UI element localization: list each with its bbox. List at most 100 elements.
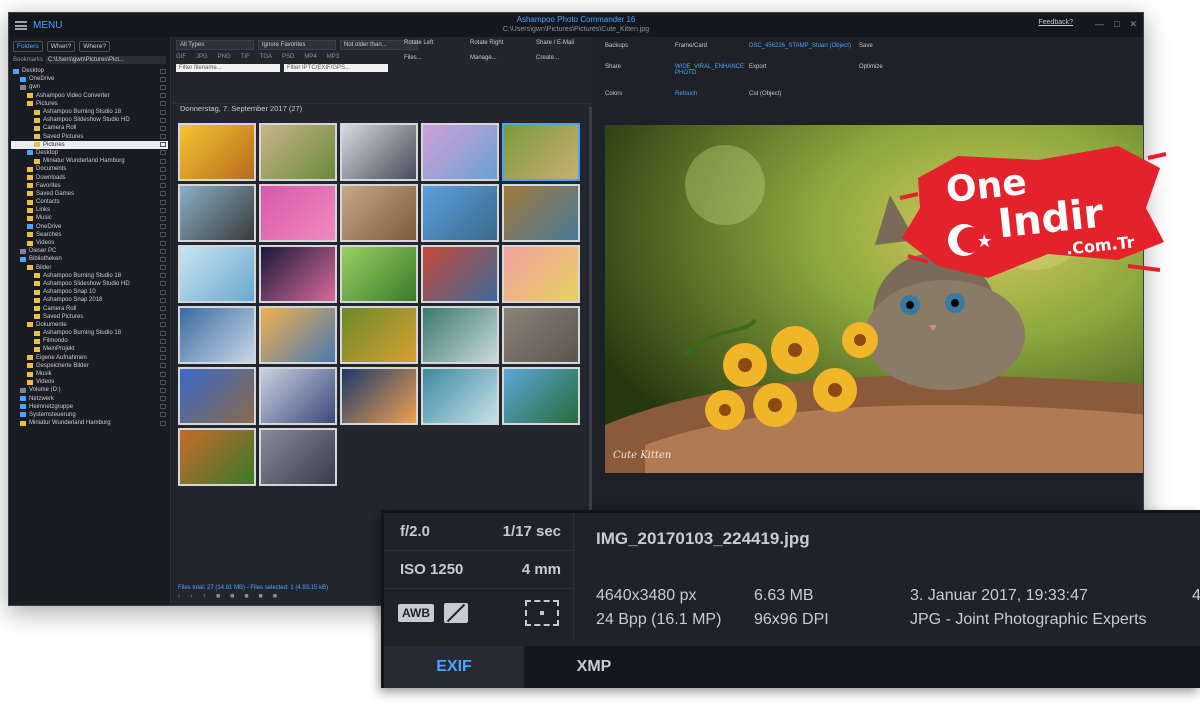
tree-checkbox[interactable] xyxy=(160,256,166,262)
folders-mode-button[interactable]: Folders xyxy=(13,41,43,52)
format-toggle[interactable]: JPG xyxy=(196,54,208,60)
browser-tool-button[interactable]: Share / E-Mail xyxy=(536,40,576,46)
filename-filter-input[interactable]: Filter filename... xyxy=(176,64,280,72)
edit-tool-button[interactable]: WIDE_VIRAL_ENHANCE PHOTO xyxy=(675,64,749,82)
tree-item[interactable]: Desktop xyxy=(11,149,168,157)
tree-item[interactable]: Ashampoo Burning Studio 18 xyxy=(11,108,168,116)
tree-item[interactable]: Music xyxy=(11,214,168,222)
tree-item[interactable]: Systemsteuerung xyxy=(11,411,168,419)
browser-tool-button[interactable]: Manage... xyxy=(470,55,536,61)
tree-item[interactable]: Videos xyxy=(11,378,168,386)
tree-checkbox[interactable] xyxy=(160,76,166,82)
tree-item[interactable]: Heimnetzgruppe xyxy=(11,403,168,411)
photo-thumbnail[interactable] xyxy=(421,245,499,303)
tree-checkbox[interactable] xyxy=(160,346,166,352)
browser-tool-button[interactable]: Rotate Left xyxy=(404,40,470,46)
tree-item[interactable]: Desktop xyxy=(11,67,168,75)
edit-tool-button[interactable]: Retouch xyxy=(675,91,749,103)
tree-checkbox[interactable] xyxy=(160,150,166,156)
browser-tool-button[interactable]: Rotate Right xyxy=(470,40,536,46)
photo-thumbnail[interactable] xyxy=(421,367,499,425)
photo-thumbnail[interactable] xyxy=(178,428,256,486)
tree-checkbox[interactable] xyxy=(160,289,166,295)
tree-checkbox[interactable] xyxy=(160,297,166,303)
photo-thumbnail[interactable] xyxy=(502,367,580,425)
tree-checkbox[interactable] xyxy=(160,248,166,254)
bookmarks-label[interactable]: Bookmarks xyxy=(13,57,43,63)
photo-thumbnail[interactable] xyxy=(340,367,418,425)
tree-item[interactable]: Downloads xyxy=(11,173,168,181)
tree-item[interactable]: Pictures xyxy=(11,100,168,108)
photo-thumbnail[interactable] xyxy=(178,123,256,181)
tree-checkbox[interactable] xyxy=(160,175,166,181)
tree-item[interactable]: Ashampoo Burning Studio 18 xyxy=(11,329,168,337)
tree-item[interactable]: Gespeicherte Bilder xyxy=(11,362,168,370)
tree-item[interactable]: Miniatur Wunderland Hamburg xyxy=(11,157,168,165)
tree-item[interactable]: Bibliotheken xyxy=(11,255,168,263)
photo-thumbnail[interactable] xyxy=(421,184,499,242)
iptc-filter-input[interactable]: Filter IPTC/EXIF/GPS... xyxy=(284,64,388,72)
photo-thumbnail[interactable] xyxy=(340,306,418,364)
tree-checkbox[interactable] xyxy=(160,199,166,205)
tree-item[interactable]: Ashampoo Snap 10 xyxy=(11,288,168,296)
tree-checkbox[interactable] xyxy=(160,93,166,99)
photo-thumbnail[interactable] xyxy=(259,245,337,303)
tree-checkbox[interactable] xyxy=(160,338,166,344)
photo-thumbnail[interactable] xyxy=(259,306,337,364)
tree-checkbox[interactable] xyxy=(160,265,166,271)
tree-checkbox[interactable] xyxy=(160,322,166,328)
photo-thumbnail[interactable] xyxy=(178,306,256,364)
date-group-header[interactable]: Donnerstag, 7. September 2017 (27) xyxy=(172,103,592,115)
menu-button[interactable]: MENU xyxy=(9,20,62,31)
edit-tool-button[interactable]: Export xyxy=(749,64,859,82)
photo-thumbnail[interactable] xyxy=(259,367,337,425)
format-toggle[interactable]: MP4 xyxy=(304,54,316,60)
tree-item[interactable]: Saved Pictures xyxy=(11,313,168,321)
tree-item[interactable]: gwn xyxy=(11,83,168,91)
tree-checkbox[interactable] xyxy=(160,240,166,246)
favorites-filter-select[interactable]: Ignore Favorites xyxy=(258,40,336,50)
tree-item[interactable]: Eigene Aufnahmen xyxy=(11,354,168,362)
minimize-icon[interactable]: — xyxy=(1095,19,1104,30)
edit-tool-button[interactable]: Backups xyxy=(605,43,675,55)
tree-item[interactable]: Netzwerk xyxy=(11,395,168,403)
tree-checkbox[interactable] xyxy=(160,232,166,238)
tree-checkbox[interactable] xyxy=(160,281,166,287)
tree-checkbox[interactable] xyxy=(160,207,166,213)
photo-thumbnail[interactable] xyxy=(259,123,337,181)
tree-item[interactable]: Searches xyxy=(11,231,168,239)
tree-checkbox[interactable] xyxy=(160,273,166,279)
tree-checkbox[interactable] xyxy=(160,404,166,410)
edit-tool-button[interactable]: Cut (Object) xyxy=(749,91,859,103)
tree-checkbox[interactable] xyxy=(160,412,166,418)
tree-item[interactable]: Musik xyxy=(11,370,168,378)
tree-checkbox[interactable] xyxy=(160,330,166,336)
type-filter-select[interactable]: All Types xyxy=(176,40,254,50)
photo-thumbnail[interactable] xyxy=(340,184,418,242)
photo-thumbnail[interactable] xyxy=(502,306,580,364)
browser-tool-button[interactable]: Files... xyxy=(404,55,470,61)
tree-item[interactable]: Ashampoo Burning Studio 18 xyxy=(11,272,168,280)
tree-checkbox[interactable] xyxy=(160,224,166,230)
tree-checkbox[interactable] xyxy=(160,166,166,172)
edit-tool-button[interactable]: Colors xyxy=(605,91,675,103)
tree-item[interactable]: Volume (D:) xyxy=(11,386,168,394)
tree-item[interactable]: Ashampoo Slideshow Studio HD xyxy=(11,280,168,288)
tree-checkbox[interactable] xyxy=(160,379,166,385)
path-field[interactable]: C:\Users\gwn\Pictures\Pict... xyxy=(46,56,166,64)
when-mode-button[interactable]: When? xyxy=(46,41,76,52)
tree-checkbox[interactable] xyxy=(160,215,166,221)
feedback-link[interactable]: Feedback? xyxy=(1038,19,1073,26)
edit-tool-button[interactable]: Share xyxy=(605,64,675,82)
tree-checkbox[interactable] xyxy=(160,117,166,123)
format-toggle[interactable]: PSD xyxy=(282,54,294,60)
edit-tool-button[interactable]: DSC_456226_STAMP_Stuart (Object) xyxy=(749,43,859,55)
tree-item[interactable]: Pictures xyxy=(11,140,168,149)
tree-item[interactable]: OneDrive xyxy=(11,75,168,83)
tree-checkbox[interactable] xyxy=(160,363,166,369)
photo-thumbnail[interactable] xyxy=(259,428,337,486)
format-toggle[interactable]: TGA xyxy=(260,54,272,60)
edit-tool-button[interactable]: Save xyxy=(859,43,959,55)
tree-item[interactable]: Documents xyxy=(11,165,168,173)
tree-item[interactable]: Dieser PC xyxy=(11,247,168,255)
